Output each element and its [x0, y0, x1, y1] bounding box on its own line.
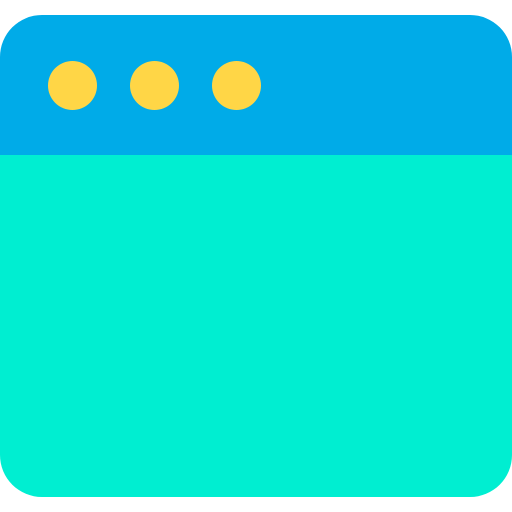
window-dot-icon — [130, 61, 179, 110]
window-dot-icon — [212, 61, 261, 110]
window-titlebar — [0, 15, 512, 155]
window-dot-icon — [48, 61, 97, 110]
window-content-area — [0, 155, 512, 497]
browser-window-icon — [0, 15, 512, 497]
